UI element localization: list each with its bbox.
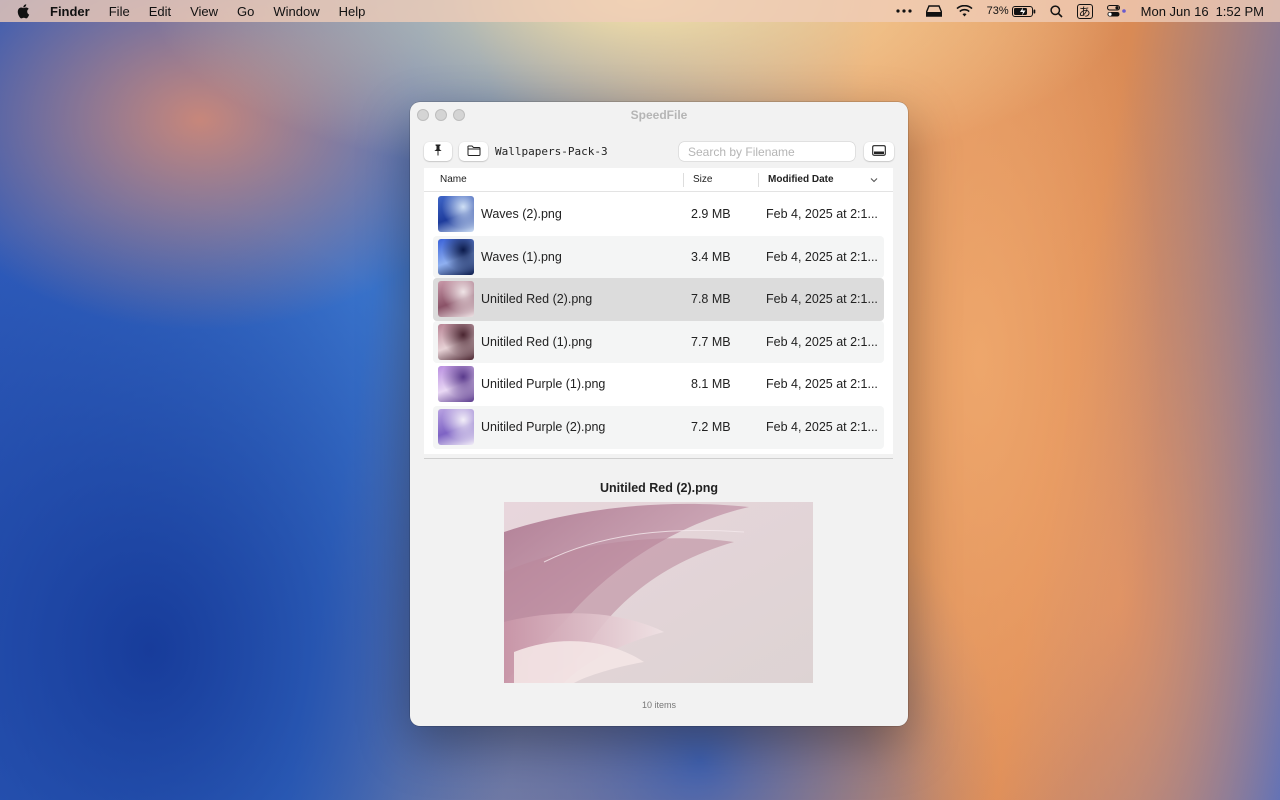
menubar-date[interactable]: Mon Jun 16 — [1141, 4, 1209, 19]
menu-window[interactable]: Window — [273, 4, 319, 19]
file-size: 7.8 MB — [691, 292, 731, 307]
file-thumbnail — [438, 366, 474, 403]
toggle-preview-button[interactable] — [864, 142, 894, 161]
apple-menu-icon[interactable] — [16, 3, 32, 19]
file-list: Waves (2).png 2.9 MB Feb 4, 2025 at 2:1.… — [433, 193, 884, 449]
file-name: Unitiled Red (1).png — [481, 334, 593, 349]
wifi-icon[interactable] — [956, 5, 973, 17]
menu-app-name[interactable]: Finder — [50, 4, 90, 19]
window-title: SpeedFile — [630, 108, 688, 122]
title-bar[interactable]: SpeedFile — [410, 102, 908, 128]
file-modified-date: Feb 4, 2025 at 2:1... — [766, 334, 878, 349]
split-divider[interactable] — [424, 458, 893, 459]
search-input[interactable] — [679, 142, 855, 161]
file-size: 7.7 MB — [691, 334, 731, 349]
menu-go[interactable]: Go — [237, 4, 254, 19]
folder-icon — [466, 143, 481, 161]
preview-image — [504, 502, 813, 683]
table-row[interactable]: Unitiled Red (2).png 7.8 MB Feb 4, 2025 … — [433, 278, 884, 321]
file-modified-date: Feb 4, 2025 at 2:1... — [766, 419, 878, 434]
file-size: 8.1 MB — [691, 377, 731, 392]
pin-icon — [433, 143, 443, 161]
control-center-icon[interactable] — [1106, 5, 1127, 17]
speedfile-window: SpeedFile Wallpapers-Pack-3 Name Size Mo… — [410, 102, 908, 726]
preview-title: Unitiled Red (2).png — [599, 481, 719, 495]
file-size: 7.2 MB — [691, 419, 731, 434]
column-divider[interactable] — [683, 173, 684, 187]
preview-panel-icon — [872, 143, 886, 161]
file-thumbnail — [438, 281, 474, 318]
file-size: 2.9 MB — [691, 207, 731, 221]
table-row[interactable]: Waves (2).png 2.9 MB Feb 4, 2025 at 2:1.… — [433, 193, 884, 236]
file-thumbnail — [438, 196, 474, 232]
table-row[interactable]: Unitiled Red (1).png 7.7 MB Feb 4, 2025 … — [433, 320, 884, 364]
menu-file[interactable]: File — [109, 4, 130, 19]
column-header-size[interactable]: Size — [693, 174, 712, 185]
table-row[interactable]: Waves (1).png 3.4 MB Feb 4, 2025 at 2:1.… — [433, 235, 884, 279]
table-row[interactable]: Unitiled Purple (2).png 7.2 MB Feb 4, 20… — [433, 405, 884, 449]
toolbar: Wallpapers-Pack-3 — [424, 142, 894, 162]
table-row[interactable]: Unitiled Purple (1).png 8.1 MB Feb 4, 20… — [433, 363, 884, 406]
battery-icon[interactable] — [1011, 5, 1036, 17]
file-modified-date: Feb 4, 2025 at 2:1... — [766, 377, 878, 392]
column-header-name[interactable]: Name — [440, 174, 467, 185]
menu-view[interactable]: View — [190, 4, 218, 19]
table-header: Name Size Modified Date — [424, 168, 893, 192]
file-modified-date: Feb 4, 2025 at 2:1... — [766, 207, 878, 221]
battery-percent: 73% — [986, 5, 1009, 17]
file-thumbnail — [438, 408, 474, 445]
file-name: Unitiled Purple (2).png — [481, 419, 606, 434]
file-size: 3.4 MB — [691, 249, 731, 264]
menu-help[interactable]: Help — [339, 4, 366, 19]
open-folder-button[interactable] — [459, 142, 488, 161]
column-header-modified-date[interactable]: Modified Date — [768, 174, 834, 185]
file-name: Unitiled Purple (1).png — [481, 377, 606, 392]
file-name: Waves (1).png — [481, 249, 562, 264]
sort-chevron-down-icon[interactable] — [870, 175, 878, 186]
menu-bar: Finder File Edit View Go Window Help 73%… — [0, 0, 1280, 22]
column-divider[interactable] — [758, 173, 759, 187]
file-modified-date: Feb 4, 2025 at 2:1... — [766, 249, 878, 264]
menubar-time[interactable]: 1:52 PM — [1216, 4, 1264, 19]
file-modified-date: Feb 4, 2025 at 2:1... — [766, 292, 878, 307]
folder-path-label: Wallpapers-Pack-3 — [495, 145, 608, 158]
file-name: Waves (2).png — [481, 207, 562, 221]
item-count-label: 10 items — [641, 700, 676, 710]
input-method-icon[interactable]: あ — [1076, 3, 1093, 19]
drive-icon[interactable] — [925, 5, 942, 17]
more-icon[interactable] — [896, 9, 912, 13]
pin-button[interactable] — [424, 142, 452, 161]
file-table: Name Size Modified Date Waves (2).png 2.… — [424, 168, 893, 454]
menu-edit[interactable]: Edit — [149, 4, 171, 19]
spotlight-search-icon[interactable] — [1049, 4, 1063, 18]
file-thumbnail — [438, 238, 474, 275]
file-thumbnail — [438, 323, 474, 360]
file-name: Unitiled Red (2).png — [481, 292, 593, 307]
